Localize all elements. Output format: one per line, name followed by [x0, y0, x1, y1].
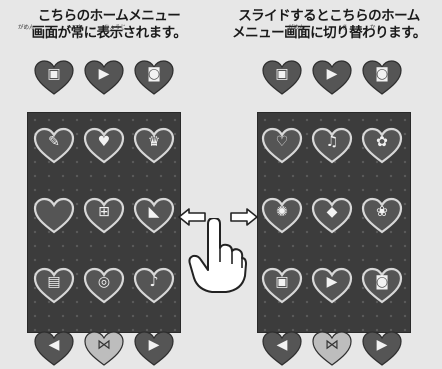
- pendant-icon: ◎: [83, 267, 125, 304]
- pointing-hand-icon: [186, 217, 248, 294]
- camera-video-icon: ▶: [312, 60, 352, 96]
- heart-frame-icon: ♡: [261, 127, 303, 164]
- ruby-gamen: がめん: [18, 25, 35, 31]
- camera-icon: ◙: [362, 60, 402, 96]
- photo-edit-icon: ✎: [33, 127, 75, 164]
- ruby-ka: か: [370, 25, 376, 31]
- heart-gem-icon: ◆: [311, 197, 353, 234]
- caption-right-line1: スライドするとこちらのホーム: [238, 8, 420, 24]
- caption-right: スライドするとこちらのホーム がめん き か メニュー画面に切り替わります。: [224, 8, 434, 42]
- music-notes-icon: ♫: [311, 127, 353, 164]
- hearts-icon: ♥: [83, 127, 125, 164]
- trophy-icon: ♛: [133, 127, 175, 164]
- blank-icon: [33, 197, 75, 234]
- bow-icon: ⋈: [312, 331, 352, 367]
- caption-left-line2-wrap: がめん つね ひょうじ 画面が常に表示されます。: [4, 25, 214, 42]
- photo-viewer-icon: ▣: [34, 60, 74, 96]
- arrow-left-icon: ◀: [34, 331, 74, 367]
- camera-icon: ◙: [134, 60, 174, 96]
- arrow-right-icon: ▶: [134, 331, 174, 367]
- photo-viewer-icon: ▣: [262, 60, 302, 96]
- ruby-ki: き: [342, 25, 348, 31]
- bow-icon: ⋈: [84, 331, 124, 367]
- shopping-cart-icon: ⊞: [83, 197, 125, 234]
- flower-icon: ❀: [361, 197, 403, 234]
- ruby-tsune: つね: [72, 25, 84, 31]
- photo-viewer-icon: ▣: [261, 267, 303, 304]
- gears-icon: ✺: [261, 197, 303, 234]
- ruby-hyouji: ひょうじ: [104, 25, 127, 31]
- music-note-icon: ♪: [133, 267, 175, 304]
- camera-video-icon: ▶: [311, 267, 353, 304]
- camera-video-icon: ▶: [84, 60, 124, 96]
- caption-right-line2: メニュー画面に切り替わります。: [232, 25, 426, 41]
- camera-icon: ◙: [361, 267, 403, 304]
- ruby-gamen-r: がめん: [288, 25, 305, 31]
- card-icon: ▤: [33, 267, 75, 304]
- caption-right-line2-wrap: がめん き か メニュー画面に切り替わります。: [224, 25, 434, 42]
- boot-icon: ◣: [133, 197, 175, 234]
- arrow-left-icon: ◀: [262, 331, 302, 367]
- butterflies-icon: ✿: [361, 127, 403, 164]
- caption-left: こちらのホームメニュー がめん つね ひょうじ 画面が常に表示されます。: [4, 8, 214, 42]
- arrow-right-icon: ▶: [362, 331, 402, 367]
